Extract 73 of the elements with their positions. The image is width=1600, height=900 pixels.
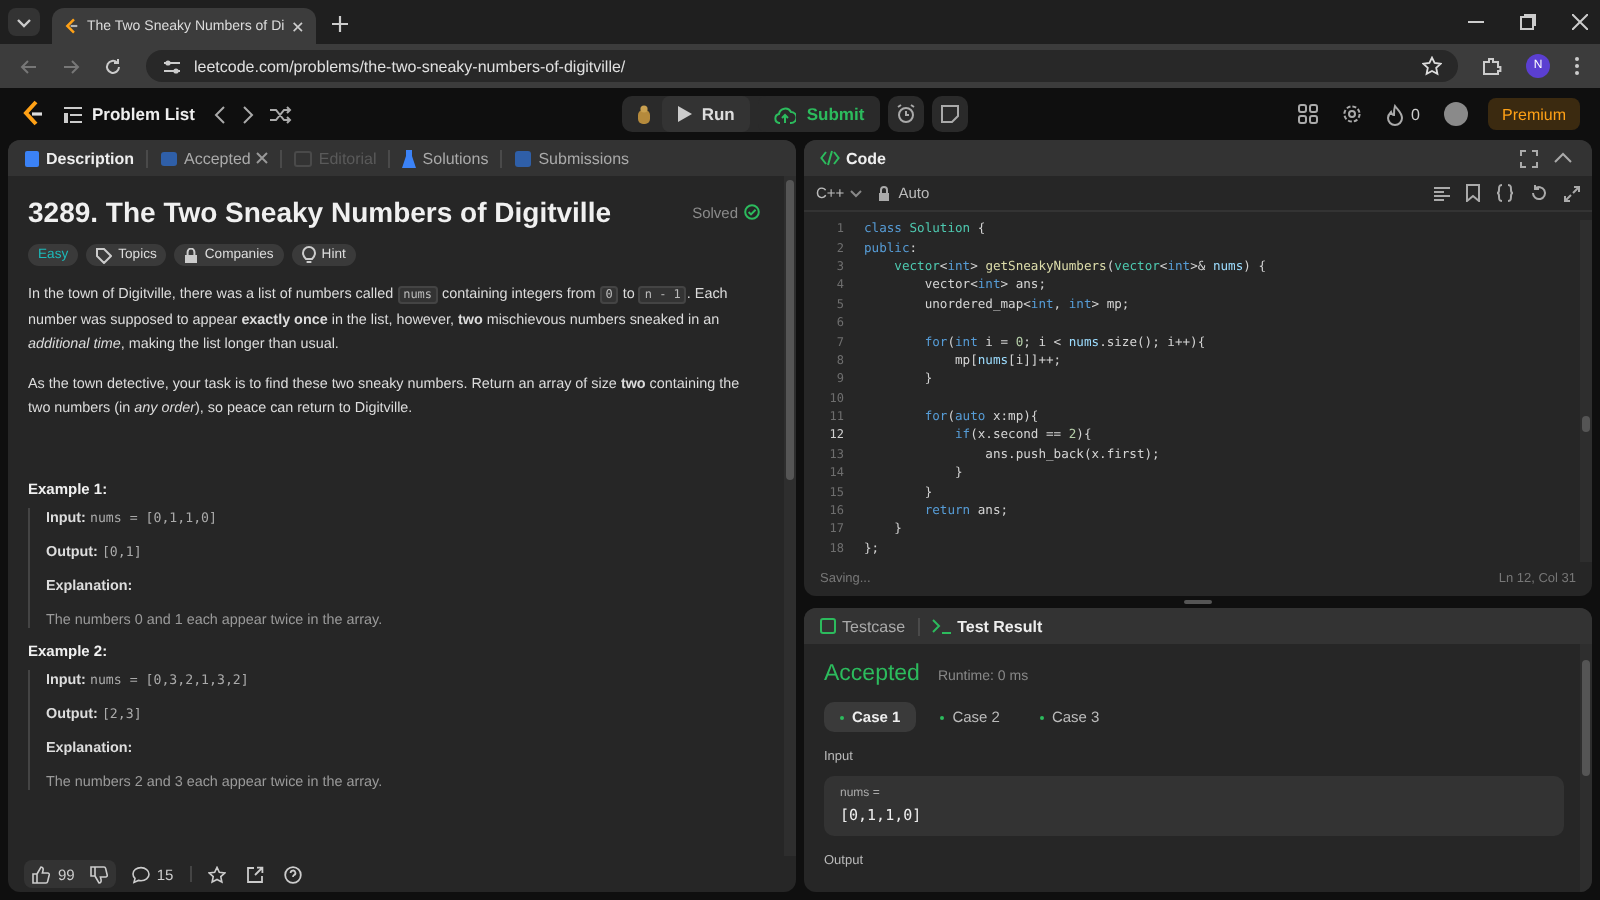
lock-icon (184, 247, 199, 263)
panel-tab[interactable]: Submissions (506, 140, 638, 176)
extensions-icon[interactable] (1482, 56, 1502, 76)
fullscreen-icon[interactable] (1520, 149, 1538, 167)
back-icon[interactable] (20, 57, 38, 75)
panel-tab[interactable]: Testcase (812, 608, 914, 644)
chevron-left-icon[interactable] (214, 105, 227, 123)
scrollbar[interactable] (1580, 644, 1592, 892)
restore-icon[interactable] (1520, 14, 1536, 30)
shuffle-icon[interactable] (270, 105, 293, 123)
favicon-icon (64, 16, 79, 36)
close-icon[interactable] (256, 152, 269, 164)
verdict-text: Accepted (824, 662, 920, 686)
tag-icon (96, 247, 113, 263)
panel-tab[interactable]: Solutions (394, 140, 497, 176)
expand-icon[interactable] (1564, 185, 1580, 201)
close-icon[interactable] (292, 19, 304, 33)
logo-icon[interactable] (20, 100, 44, 128)
user-avatar[interactable] (1444, 102, 1468, 126)
chevron-down-icon (16, 14, 32, 30)
document-icon (24, 149, 40, 167)
lightbulb-icon (301, 246, 316, 264)
scrollbar[interactable] (1580, 220, 1592, 562)
star-icon[interactable] (207, 865, 226, 883)
forward-icon[interactable] (62, 57, 80, 75)
new-tab-icon[interactable] (332, 16, 348, 32)
flask-icon (402, 149, 417, 167)
panel-tab[interactable]: Test Result (923, 608, 1051, 644)
url-text: leetcode.com/problems/the-two-sneaky-numbers-of-digitville/ (194, 57, 626, 75)
tab-search-button[interactable] (8, 8, 40, 36)
star-icon[interactable] (1422, 56, 1442, 76)
play-icon (677, 106, 692, 122)
menu-icon[interactable] (1574, 56, 1580, 76)
alarm-clock-icon (896, 104, 917, 124)
reload-icon[interactable] (104, 57, 122, 75)
streak-count: 0 (1411, 105, 1420, 123)
premium-button[interactable]: Premium (1488, 98, 1581, 130)
close-icon[interactable] (1572, 14, 1588, 30)
code-tab[interactable]: Code (812, 140, 894, 176)
flame-icon[interactable] (1385, 103, 1404, 125)
format-icon[interactable] (1434, 185, 1450, 201)
code-icon (820, 150, 840, 166)
problem-title: 3289. The Two Sneaky Numbers of Digitville (28, 196, 611, 228)
bookmark-icon[interactable] (1466, 184, 1480, 202)
notes-button[interactable] (932, 96, 969, 132)
reset-icon[interactable] (1530, 184, 1548, 202)
terminal-icon (931, 618, 952, 634)
list-icon (64, 105, 82, 123)
timer-button[interactable] (888, 96, 925, 132)
grid-icon[interactable] (1297, 104, 1318, 124)
run-button[interactable]: Run (661, 96, 751, 132)
thumbs-down-icon (90, 865, 109, 883)
share-icon[interactable] (245, 865, 264, 883)
address-bar[interactable]: leetcode.com/problems/the-two-sneaky-numbers-of-digitville/ (146, 50, 1458, 82)
square-icon (160, 149, 179, 167)
checkbox-icon (820, 618, 836, 634)
scrollbar[interactable] (784, 176, 796, 856)
panel-tab[interactable]: Description (16, 140, 143, 176)
thumbs-up-icon (32, 865, 50, 883)
lock-icon (878, 185, 891, 201)
note-icon (940, 104, 961, 124)
settings-icon[interactable] (1341, 104, 1362, 124)
help-icon[interactable] (283, 865, 302, 883)
braces-icon[interactable] (1496, 184, 1514, 202)
site-settings-icon[interactable] (162, 57, 182, 75)
comment-icon[interactable] (132, 865, 151, 883)
problem-list-link[interactable]: Problem List (92, 104, 195, 124)
check-circle-icon (744, 204, 760, 220)
cloud-upload-icon (774, 105, 797, 123)
panel-tab[interactable]: Accepted (152, 140, 277, 176)
collapse-icon[interactable] (1554, 152, 1572, 164)
chevron-down-icon[interactable] (850, 189, 863, 197)
chevron-right-icon[interactable] (242, 105, 255, 123)
